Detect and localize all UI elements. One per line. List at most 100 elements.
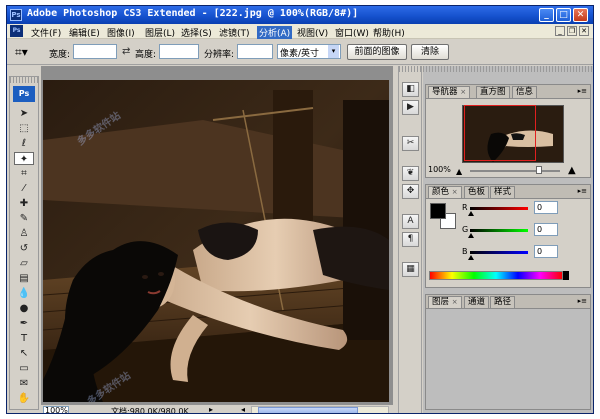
app-icon: Ps (10, 9, 22, 21)
panels-grip[interactable] (423, 66, 593, 72)
tab-swatches[interactable]: 色板 (464, 186, 490, 198)
clear-button[interactable]: 清除 (411, 44, 449, 60)
green-value[interactable]: 0 (534, 223, 558, 236)
status-arrow-right-icon[interactable]: ▸ (209, 405, 213, 413)
tab-paths[interactable]: 路径 (490, 296, 516, 308)
blur-icon[interactable]: 💧 (14, 287, 34, 300)
document-info[interactable]: 文档:980.0K/980.0K (111, 406, 189, 413)
panel-menu-icon[interactable]: ▸≡ (578, 87, 587, 95)
zoom-out-icon[interactable]: ▲ (456, 167, 462, 176)
healing-brush-icon[interactable]: ✚ (14, 197, 34, 210)
move-icon[interactable]: ➤ (14, 107, 34, 120)
tab-layers[interactable]: 图层 × (428, 296, 462, 308)
menu-item-7[interactable]: 视图(V) (295, 26, 330, 39)
width-input[interactable] (73, 44, 117, 59)
clone-stamp-icon[interactable]: ♙ (14, 227, 34, 240)
green-slider[interactable] (470, 229, 528, 232)
spectrum-black[interactable] (563, 271, 569, 280)
scrollbar-thumb[interactable] (258, 407, 358, 413)
eraser-icon[interactable]: ▱ (14, 257, 34, 270)
navigator-zoom-value[interactable]: 100% (428, 165, 451, 174)
color-spectrum-bar[interactable] (429, 271, 563, 280)
character-dock-icon[interactable]: A (402, 214, 419, 229)
lasso-icon[interactable]: ℓ (14, 137, 34, 150)
magic-wand-icon[interactable]: ✦ (14, 152, 34, 165)
front-image-button[interactable]: 前面的图像 (347, 44, 407, 60)
doc-close-button[interactable]: ✕ (579, 26, 589, 36)
menu-item-6[interactable]: 分析(A) (257, 26, 293, 39)
chevron-down-icon: ▾ (328, 45, 339, 58)
red-value[interactable]: 0 (534, 201, 558, 214)
maximize-button[interactable]: □ (556, 8, 571, 22)
panel-menu-icon[interactable]: ▸≡ (578, 187, 587, 195)
zoom-field[interactable]: 100% (43, 406, 69, 413)
menu-item-3[interactable]: 图层(L) (143, 26, 177, 39)
horizontal-scrollbar[interactable] (251, 406, 389, 413)
blue-slider-thumb[interactable] (468, 255, 474, 260)
foreground-color-swatch[interactable] (430, 203, 446, 219)
menu-item-0[interactable]: 文件(F) (29, 26, 63, 39)
gradient-icon[interactable]: ▤ (14, 272, 34, 285)
paragraph-dock-icon[interactable]: ¶ (402, 232, 419, 247)
shape-icon[interactable]: ▭ (14, 362, 34, 375)
brushes-dock-icon[interactable]: ❦ (402, 166, 419, 181)
navigator-view-box[interactable] (464, 105, 536, 161)
green-slider-thumb[interactable] (468, 233, 474, 238)
scroll-left-icon[interactable]: ◂ (241, 405, 245, 413)
resolution-input[interactable] (237, 44, 273, 59)
tab-color[interactable]: 颜色 × (428, 186, 462, 198)
image-canvas[interactable]: 多多软件站 多多软件站 (43, 80, 389, 402)
dock-grip[interactable] (399, 66, 421, 72)
blue-slider[interactable] (470, 251, 528, 254)
tab-navigator[interactable]: 导航器 × (428, 86, 471, 98)
menu-item-1[interactable]: 编辑(E) (67, 26, 102, 39)
crop-icon[interactable]: ⌗ (14, 167, 34, 180)
zoom-in-icon[interactable]: ▲ (568, 165, 576, 176)
close-button[interactable]: ✕ (573, 8, 588, 22)
layer-comps-dock-icon[interactable]: ▦ (402, 262, 419, 277)
pen-icon[interactable]: ✒ (14, 317, 34, 330)
height-input[interactable] (159, 44, 199, 59)
menu-item-2[interactable]: 图像(I) (105, 26, 137, 39)
tool-presets-dock-icon[interactable]: ✂ (402, 136, 419, 151)
width-label: 宽度: (49, 50, 71, 60)
tab-info[interactable]: 信息 (512, 86, 538, 98)
panel-menu-icon[interactable]: ▸≡ (578, 297, 587, 305)
navigator-dock-icon[interactable]: ◧ (402, 82, 419, 97)
navigator-zoom-thumb[interactable] (536, 166, 542, 174)
clone-source-dock-icon[interactable]: ✥ (402, 184, 419, 199)
doc-restore-button[interactable]: ❐ (567, 26, 577, 36)
red-slider-thumb[interactable] (468, 211, 474, 216)
menu-item-4[interactable]: 选择(S) (179, 26, 214, 39)
type-icon[interactable]: T (14, 332, 34, 345)
blue-value[interactable]: 0 (534, 245, 558, 258)
notes-icon[interactable]: ✉ (14, 377, 34, 390)
tab-histogram[interactable]: 直方图 (476, 86, 510, 98)
dodge-icon[interactable]: ● (14, 302, 34, 315)
tab-channels[interactable]: 通道 (464, 296, 490, 308)
swap-dimensions-icon[interactable]: ⇄ (122, 46, 130, 57)
eyedropper-icon[interactable]: ⁄ (14, 182, 34, 195)
path-selection-icon[interactable]: ↖ (14, 347, 34, 360)
crop-icon[interactable]: ⌗▾ (15, 45, 33, 59)
title-bar[interactable]: Ps Adobe Photoshop CS3 Extended - [222.j… (7, 6, 593, 24)
minimize-button[interactable]: _ (539, 8, 554, 22)
history-brush-icon[interactable]: ↺ (14, 242, 34, 255)
red-slider[interactable] (470, 207, 528, 210)
doc-minimize-button[interactable]: _ (555, 26, 565, 36)
tools-panel-grip[interactable] (10, 77, 38, 83)
history-dock-icon[interactable]: ▶ (402, 100, 419, 115)
tab-styles[interactable]: 样式 (490, 186, 516, 198)
menu-item-9[interactable]: 帮助(H) (371, 26, 407, 39)
ps-logo[interactable]: Ps (13, 86, 35, 102)
brush-icon[interactable]: ✎ (14, 212, 34, 225)
menu-item-5[interactable]: 滤镜(T) (217, 26, 252, 39)
navigator-zoom-slider[interactable] (470, 170, 560, 172)
marquee-icon[interactable]: ⬚ (14, 122, 34, 135)
resolution-unit-select[interactable]: 像素/英寸 ▾ (277, 44, 341, 59)
ps-menu-icon[interactable]: Ps (10, 25, 23, 37)
menu-item-8[interactable]: 窗口(W) (333, 26, 371, 39)
panel-dock: ◧ ▶ ✂ ❦ ✥ A ¶ ▦ (398, 66, 422, 413)
hand-icon[interactable]: ✋ (14, 392, 34, 405)
document-area: 多多软件站 多多软件站 100% 文档:980.0K/980.0K ▸ ◂ (41, 66, 393, 413)
